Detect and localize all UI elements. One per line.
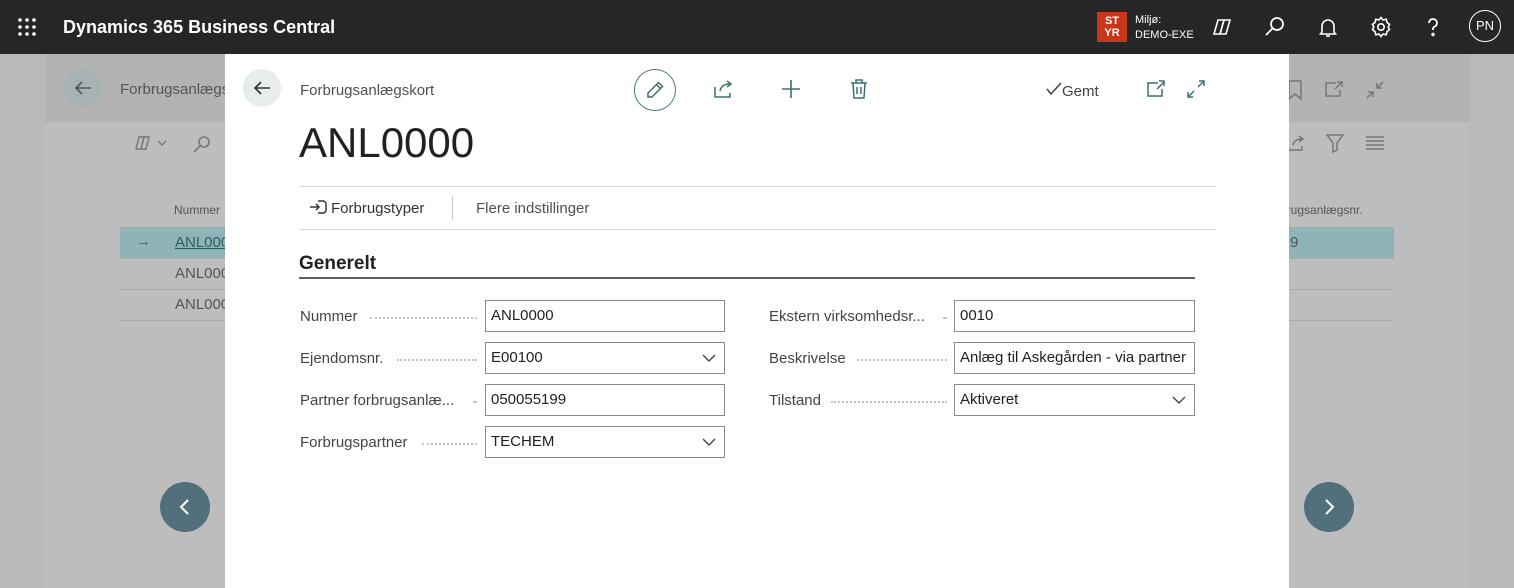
forbrugspartner-select[interactable]: TECHEM [485,426,725,458]
action-bar: Forbrugstyper Flere indstillinger [299,186,1215,230]
field-leader-dots [857,359,947,361]
row-number[interactable]: ANL000 [175,296,229,313]
ejendomsnr-select[interactable]: E00100 [485,342,725,374]
background-back-button[interactable] [64,69,102,107]
bell-icon[interactable] [1316,15,1340,39]
partner-anlaeg-field[interactable]: 050055199 [485,384,725,416]
field-leader-dots [473,401,477,403]
chevron-down-icon[interactable] [702,435,716,449]
previous-record-button[interactable] [160,482,210,532]
chevron-down-icon[interactable] [702,351,716,365]
search-icon[interactable] [1263,15,1287,39]
next-record-button[interactable] [1304,482,1354,532]
field-leader-dots [370,317,477,319]
field-label-ekstern: Ekstern virksomhedsr... [769,308,925,325]
help-icon[interactable] [1421,15,1445,39]
field-label-tilstand: Tilstand [769,392,821,409]
checkmark-icon [1046,82,1062,96]
row-number[interactable]: ANL000 [175,234,229,251]
page-caption: Forbrugsanlægskort [300,82,435,99]
chevron-down-icon[interactable] [1172,393,1186,407]
environment-badge[interactable]: ST YR [1097,12,1127,42]
row-partner-number: 9 [1290,234,1299,251]
collapse-icon[interactable] [1365,80,1385,105]
beskrivelse-field[interactable]: Anlæg til Askegården - via partner [954,342,1195,374]
app-title[interactable]: Dynamics 365 Business Central [63,16,335,38]
list-view-icon[interactable] [1365,135,1385,156]
background-open-new-window-icon[interactable] [1324,80,1344,103]
forbrugstyper-action[interactable]: Forbrugstyper [309,200,424,218]
environment-name: DEMO-EXE [1135,29,1194,41]
environment-badge-line1: ST [1104,15,1120,27]
environment-badge-line2: YR [1104,27,1120,39]
ekstern-field[interactable]: 0010 [954,300,1195,332]
new-record-icon[interactable] [776,74,806,104]
tilstand-select[interactable]: Aktiveret [954,384,1195,416]
background-page-title: Forbrugsanlægs [120,81,230,98]
expand-icon[interactable] [1181,74,1211,104]
field-leader-dots [943,317,947,319]
column-header-number[interactable]: Nummer [174,203,220,217]
delete-icon[interactable] [844,74,874,104]
nummer-field[interactable]: ANL0000 [485,300,725,332]
copilot-dropdown-icon[interactable] [134,134,170,157]
tilstand-value: Aktiveret [960,391,1019,408]
row-selected-arrow-icon: → [136,233,151,250]
field-label-nummer: Nummer [300,308,358,325]
general-group-title[interactable]: Generelt [299,253,376,275]
field-label-forbrugspartner: Forbrugspartner [300,434,408,451]
field-label-beskrivelse: Beskrivelse [769,350,846,367]
saved-status: Gemt [1046,82,1099,100]
filter-icon[interactable] [1325,133,1345,158]
more-settings-action[interactable]: Flere indstillinger [476,200,589,217]
arrow-in-icon [309,200,327,218]
row-number[interactable]: ANL000 [175,265,229,282]
environment-info[interactable]: Miljø: DEMO-EXE [1135,13,1194,43]
gear-icon[interactable] [1369,15,1393,39]
share-icon[interactable] [708,74,738,104]
open-new-window-icon[interactable] [1141,74,1171,104]
background-search-icon[interactable] [192,134,212,159]
field-leader-dots [831,401,947,403]
forbrugspartner-value: TECHEM [491,433,555,450]
top-bar: Dynamics 365 Business Central ST YR Milj… [0,0,1514,54]
app-launcher-icon[interactable] [17,17,37,37]
saved-label: Gemt [1062,83,1099,100]
page-title: ANL0000 [299,119,475,166]
user-avatar[interactable]: PN [1469,10,1501,42]
field-label-partner-anlaeg: Partner forbrugsanlæ... [300,392,455,409]
column-header-partner-number[interactable]: rbrugsanlægsnr. [1276,203,1363,217]
field-label-ejendomsnr: Ejendomsnr. [300,350,384,367]
back-button[interactable] [243,69,281,107]
ejendomsnr-value: E00100 [491,349,543,366]
field-leader-dots [397,359,477,361]
card-dialog: Forbrugsanlægskort ANL0000 Gemt Forbrugs… [225,54,1289,588]
background-share-icon[interactable] [1286,134,1306,157]
environment-label: Miljø: [1135,14,1162,26]
field-leader-dots [422,443,477,445]
action-separator [452,196,453,220]
group-divider [299,277,1195,279]
copilot-icon[interactable] [1210,15,1234,39]
edit-button[interactable] [634,69,676,111]
forbrugstyper-label: Forbrugstyper [331,200,425,217]
